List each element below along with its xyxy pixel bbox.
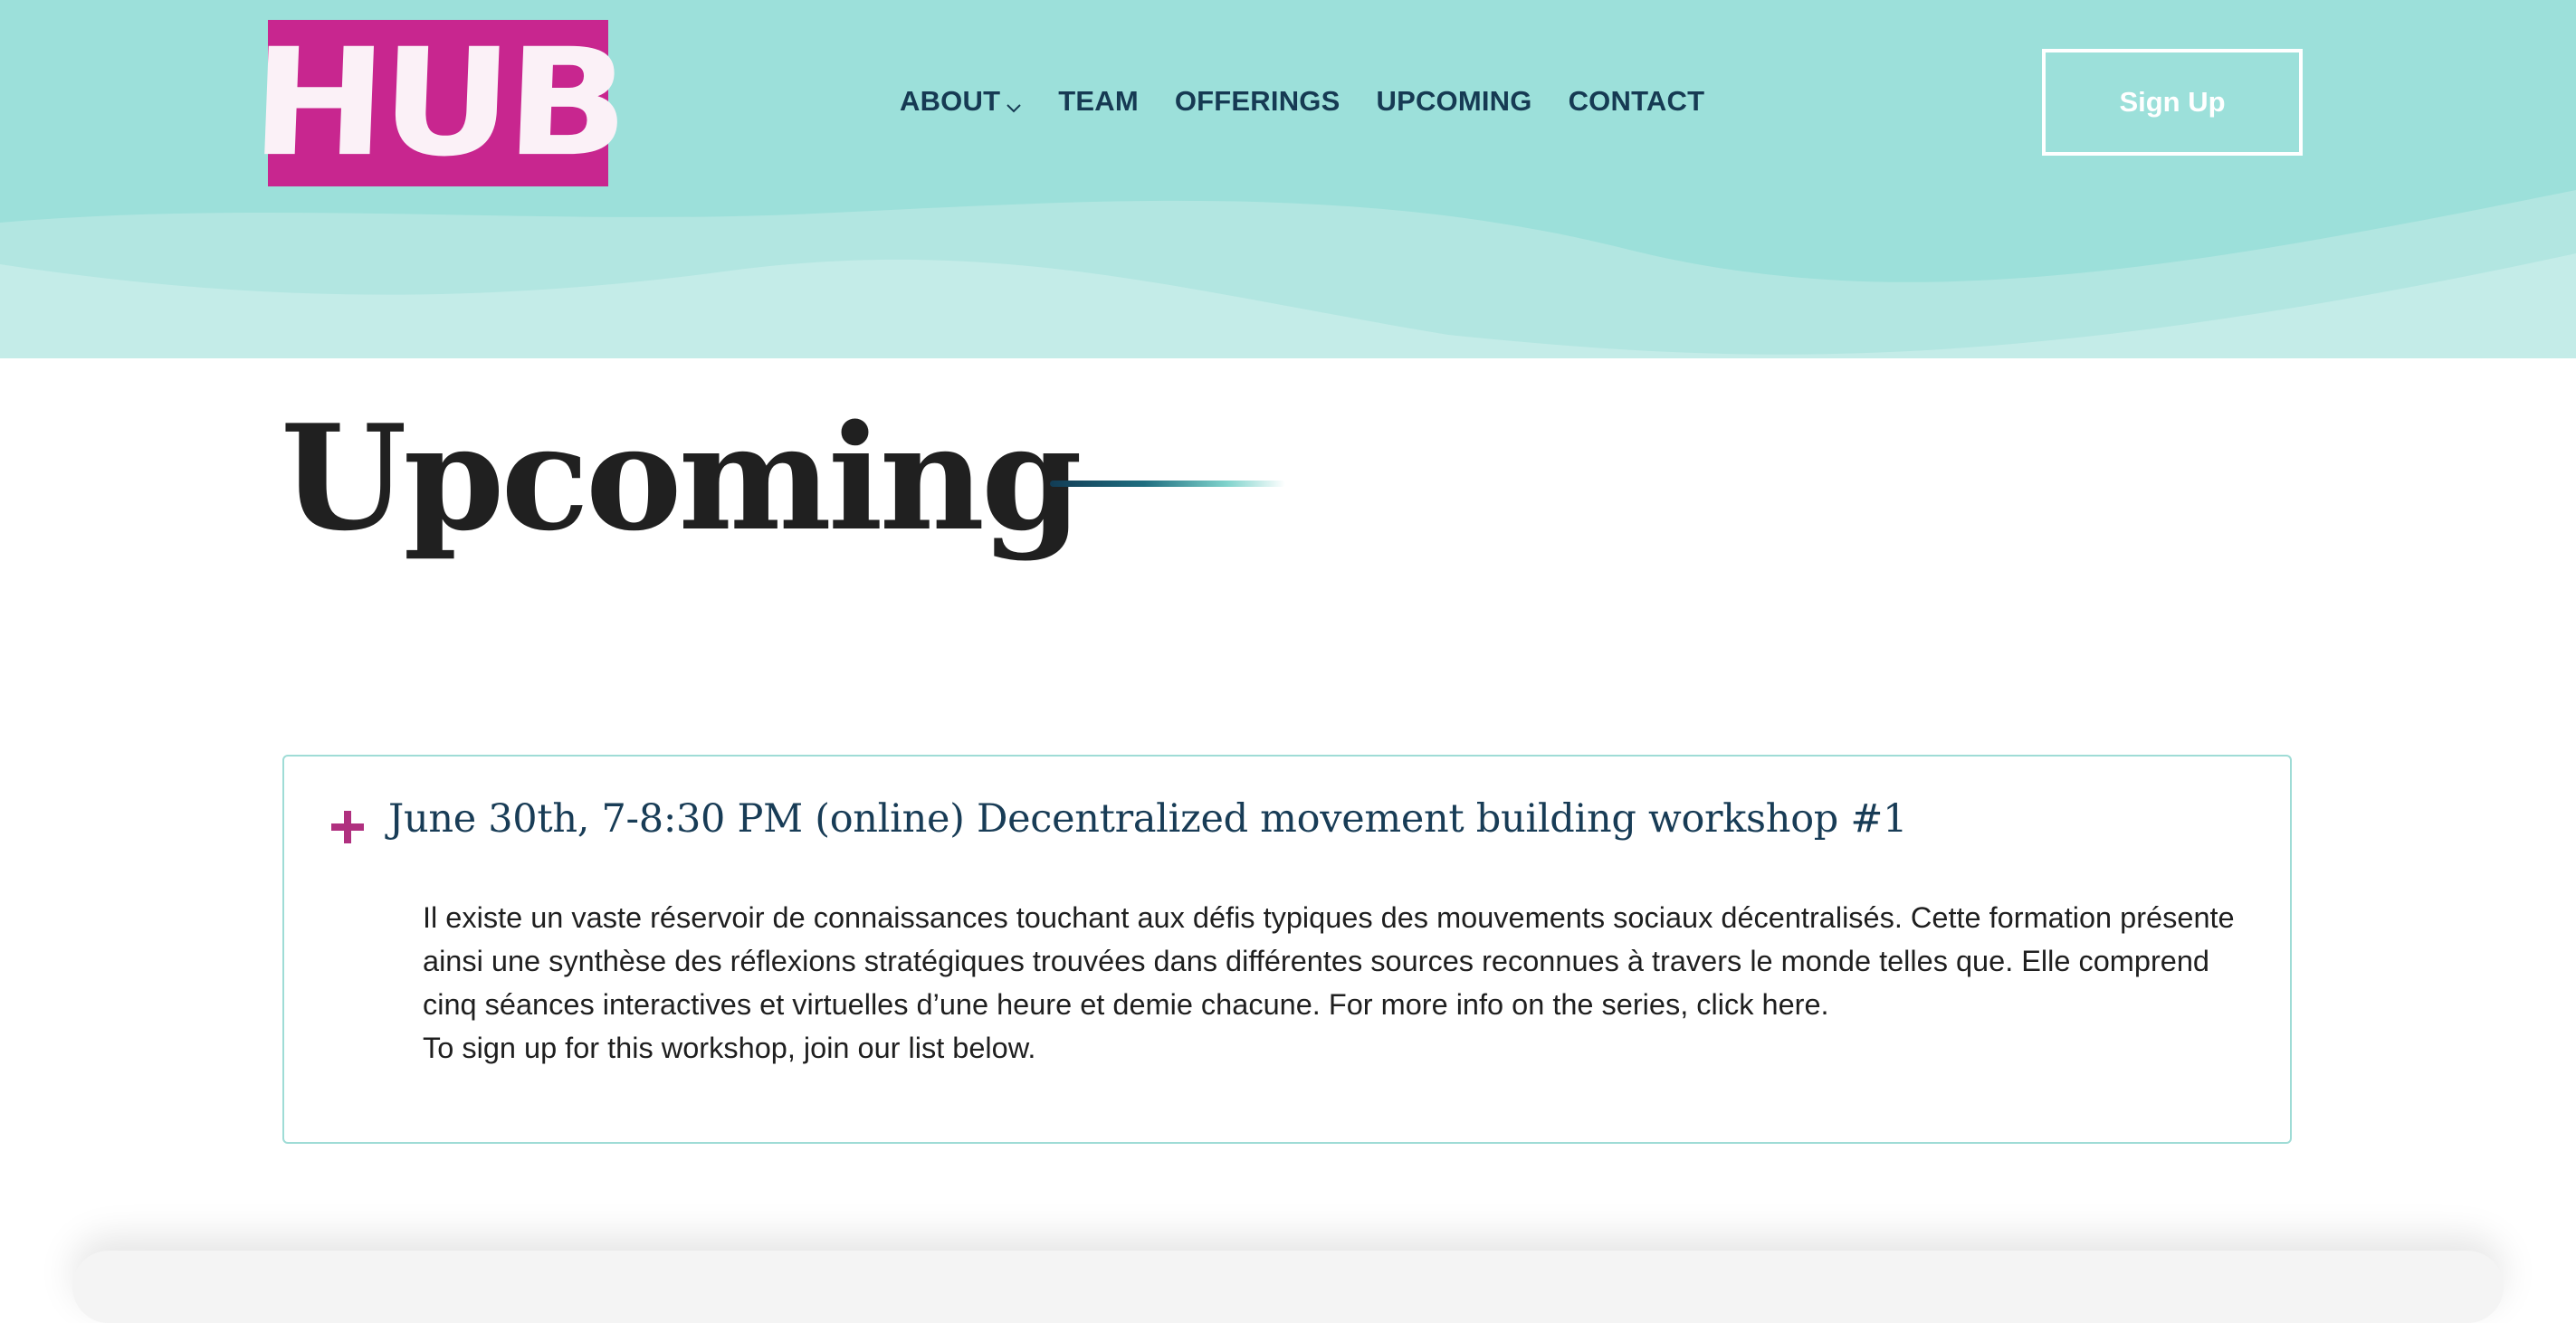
event-description-text: Il existe un vaste réservoir de connaiss… [423,901,2235,1021]
nav-item-about[interactable]: ABOUT [900,80,1022,123]
sign-up-button[interactable]: Sign Up [2042,49,2303,156]
event-title[interactable]: June 30th, 7-8:30 PM (online) Decentrali… [388,796,1907,842]
hub-logo[interactable]: HUB [249,16,627,188]
title-divider [1050,481,1285,487]
event-accordion: June 30th, 7-8:30 PM (online) Decentrali… [282,755,2292,1144]
logo-text: HUB [248,16,628,189]
nav-item-team[interactable]: TEAM [1058,80,1139,123]
event-signup-note: To sign up for this workshop, join our l… [423,1032,1036,1064]
next-section-edge [72,1251,2504,1323]
event-description: Il existe un vaste réservoir de connaiss… [423,896,2269,1070]
nav-item-contact[interactable]: CONTACT [1569,80,1705,123]
main-nav: ABOUT TEAM OFFERINGS UPCOMING CONTACT [900,80,1704,123]
nav-about-label: ABOUT [900,85,1001,117]
page-title: Upcoming [281,393,1083,563]
nav-item-upcoming[interactable]: UPCOMING [1376,80,1531,123]
chevron-down-icon [1006,89,1022,121]
site-header: HUB ABOUT TEAM OFFERINGS UPCOMING CONTAC… [0,0,2576,358]
nav-item-offerings[interactable]: OFFERINGS [1175,80,1340,123]
plus-icon[interactable] [331,811,364,843]
